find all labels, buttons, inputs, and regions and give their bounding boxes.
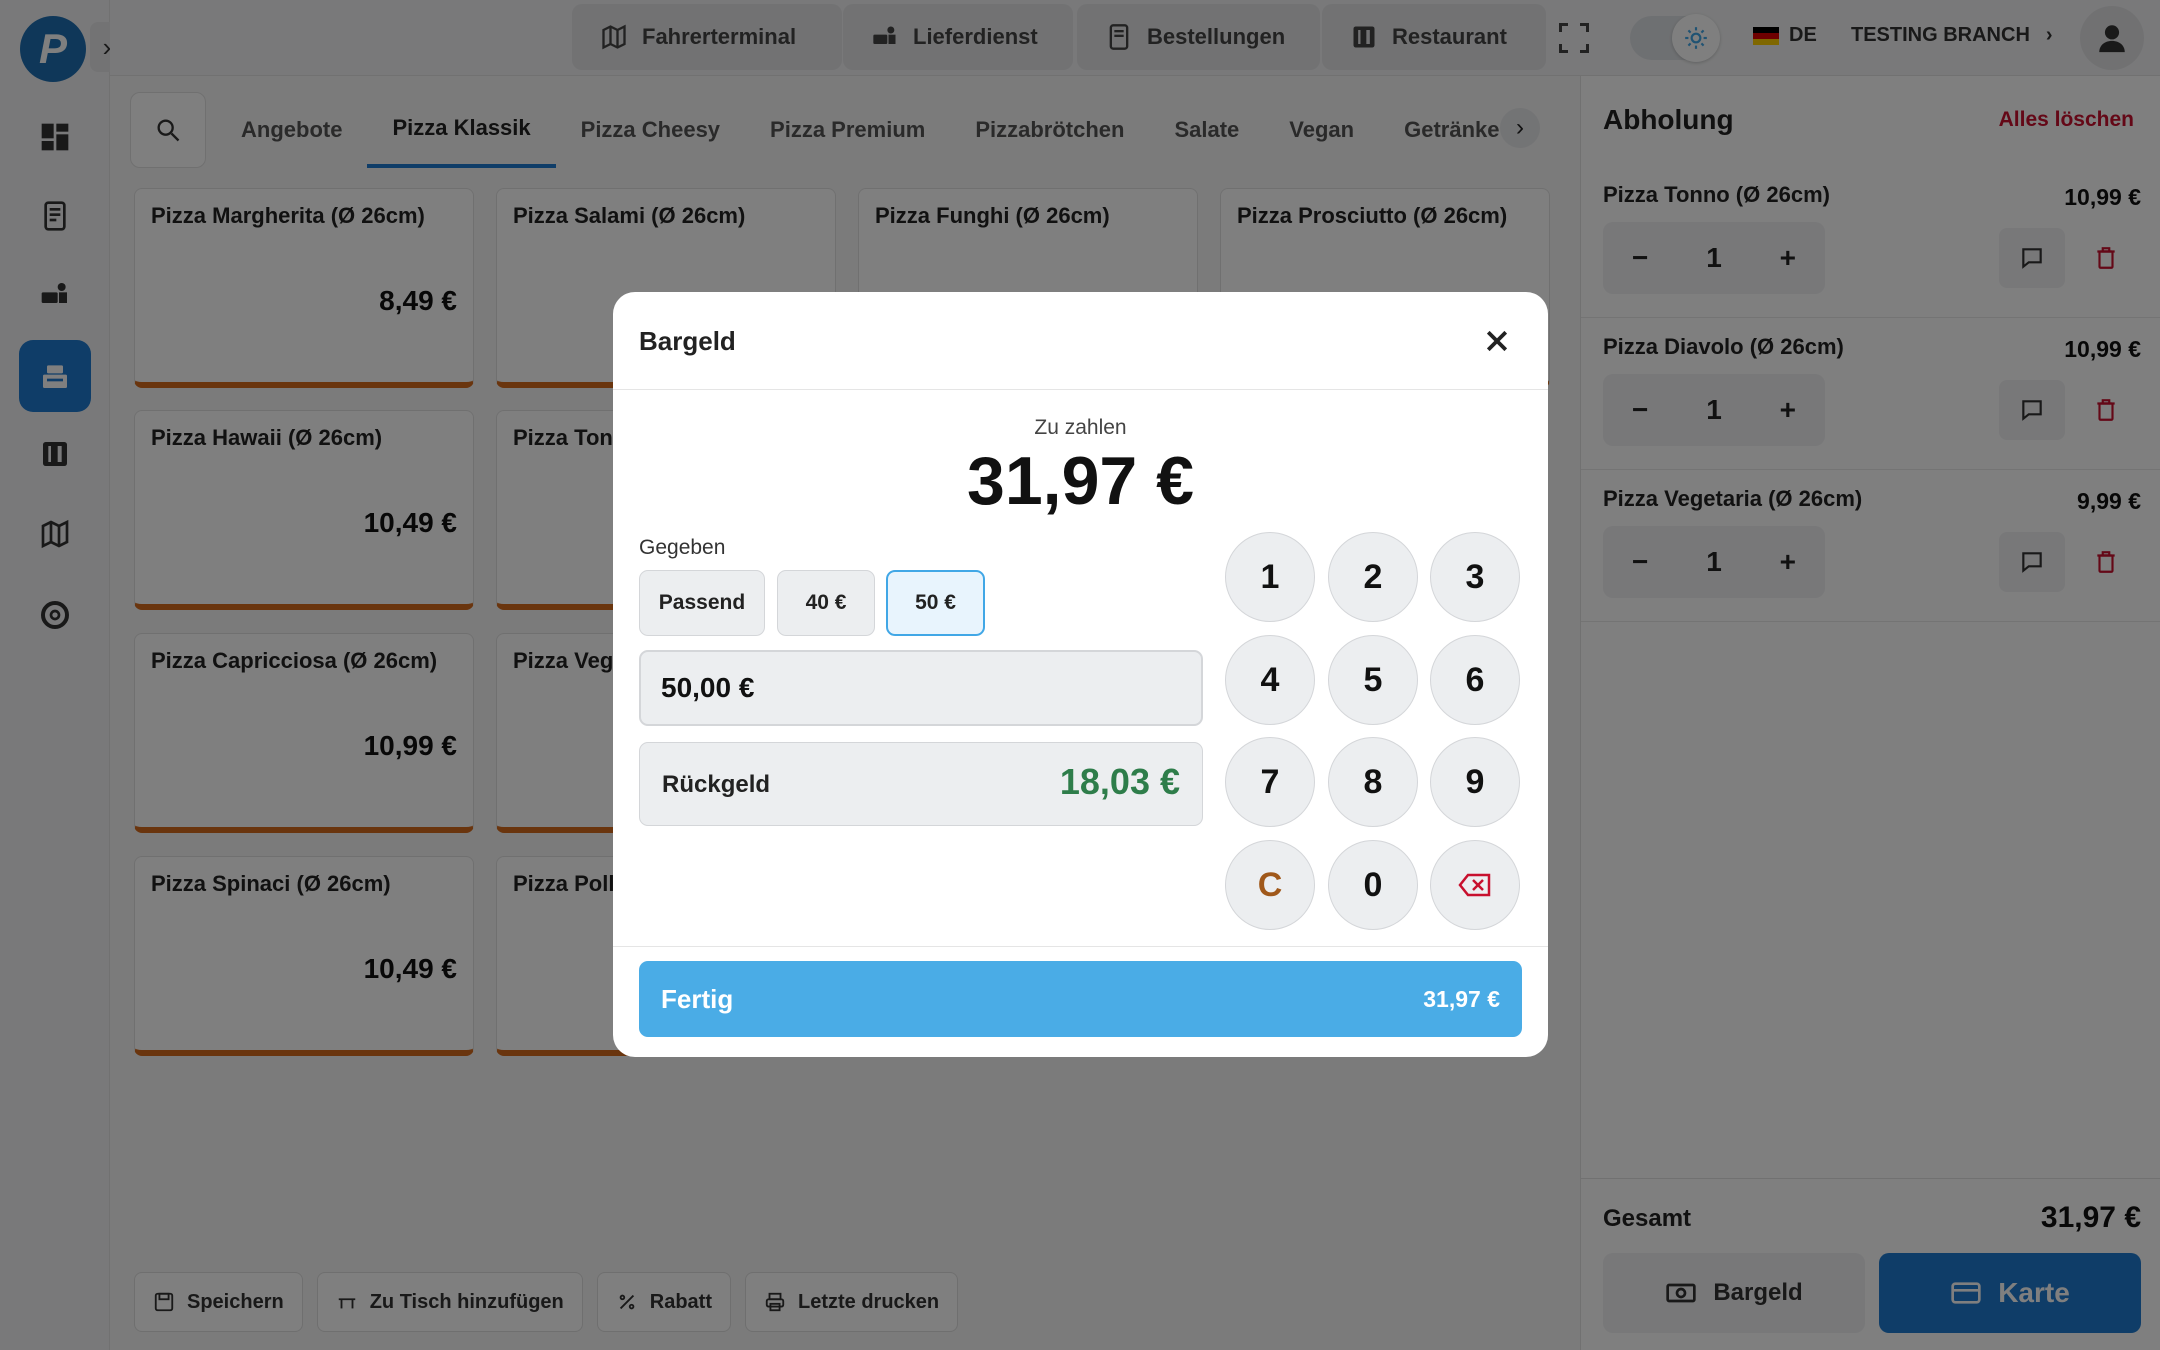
keypad-9[interactable]: 9 xyxy=(1430,737,1520,827)
keypad-6[interactable]: 6 xyxy=(1430,635,1520,725)
change-label: Rückgeld xyxy=(662,771,771,798)
amount-due: 31,97 € xyxy=(967,443,1194,519)
keypad-backspace[interactable] xyxy=(1430,840,1520,930)
amount-due-label: Zu zahlen xyxy=(1034,416,1127,439)
done-button[interactable]: Fertig 31,97 € xyxy=(639,961,1522,1037)
dialog-header: Bargeld xyxy=(613,292,1548,390)
given-amount-input[interactable]: 50,00 € xyxy=(639,650,1203,726)
cash-payment-dialog: Bargeld Zu zahlen 31,97 € Gegeben Passen… xyxy=(613,292,1548,1057)
change-box: Rückgeld 18,03 € xyxy=(639,742,1203,826)
dialog-footer: Fertig 31,97 € xyxy=(613,946,1548,1057)
given-label: Gegeben xyxy=(639,536,726,559)
done-label: Fertig xyxy=(661,983,734,1014)
keypad-7[interactable]: 7 xyxy=(1225,737,1315,827)
keypad-3[interactable]: 3 xyxy=(1430,532,1520,622)
quick-amount-exact[interactable]: Passend xyxy=(639,570,765,636)
quick-amount-50[interactable]: 50 € xyxy=(886,570,985,636)
keypad-clear[interactable]: C xyxy=(1225,840,1315,930)
change-value: 18,03 € xyxy=(1059,761,1180,802)
keypad-4[interactable]: 4 xyxy=(1225,635,1315,725)
keypad-0[interactable]: 0 xyxy=(1328,840,1418,930)
quick-amount-40[interactable]: 40 € xyxy=(777,570,875,636)
backspace-icon xyxy=(1458,873,1491,897)
keypad-2[interactable]: 2 xyxy=(1328,532,1418,622)
keypad-1[interactable]: 1 xyxy=(1225,532,1315,622)
done-amount: 31,97 € xyxy=(1423,985,1500,1012)
keypad-8[interactable]: 8 xyxy=(1328,737,1418,827)
close-icon[interactable] xyxy=(1482,326,1512,356)
dialog-title: Bargeld xyxy=(639,326,736,356)
keypad-5[interactable]: 5 xyxy=(1328,635,1418,725)
